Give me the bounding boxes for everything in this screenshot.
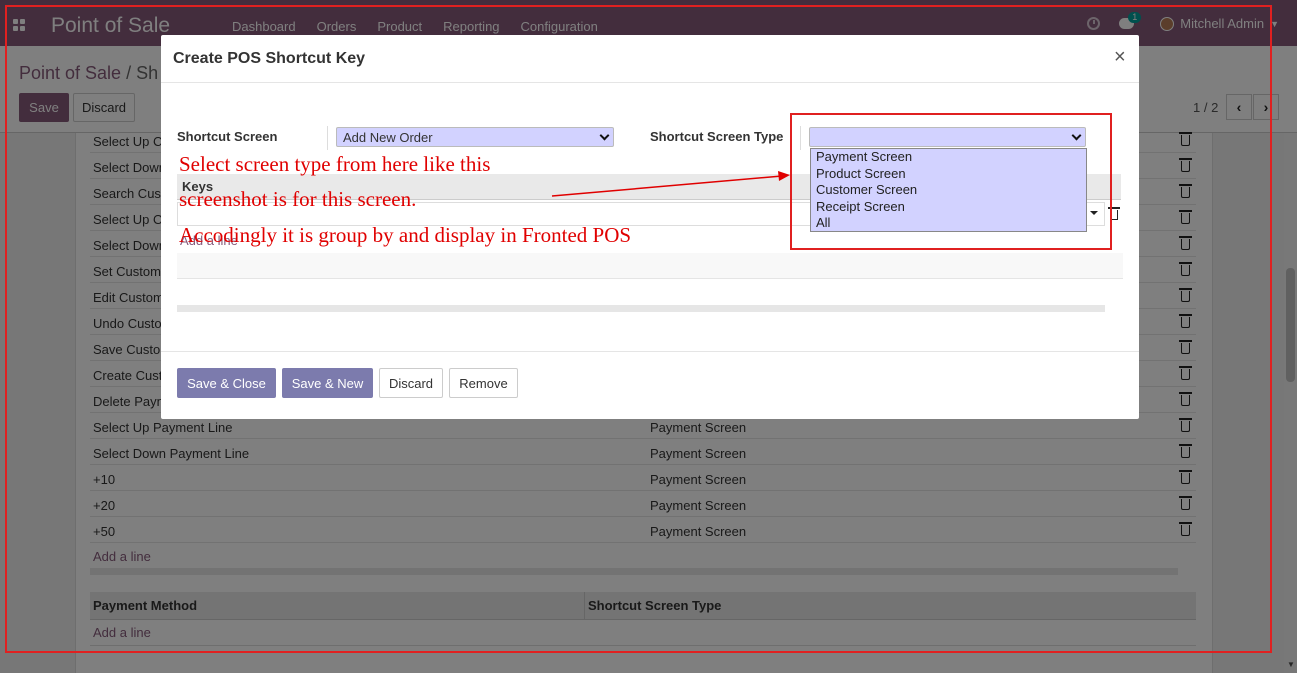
annotation-text-line2: screenshot is for this screen. bbox=[179, 187, 417, 211]
annotation-arrow-icon bbox=[551, 171, 790, 197]
annotation-text-line1: Select screen type from here like this bbox=[179, 152, 491, 176]
annotation-text-line3: Accodingly it is group by and display in… bbox=[179, 223, 632, 247]
annotation-highlight-box bbox=[790, 113, 1112, 250]
annotation-frame bbox=[5, 5, 1272, 653]
